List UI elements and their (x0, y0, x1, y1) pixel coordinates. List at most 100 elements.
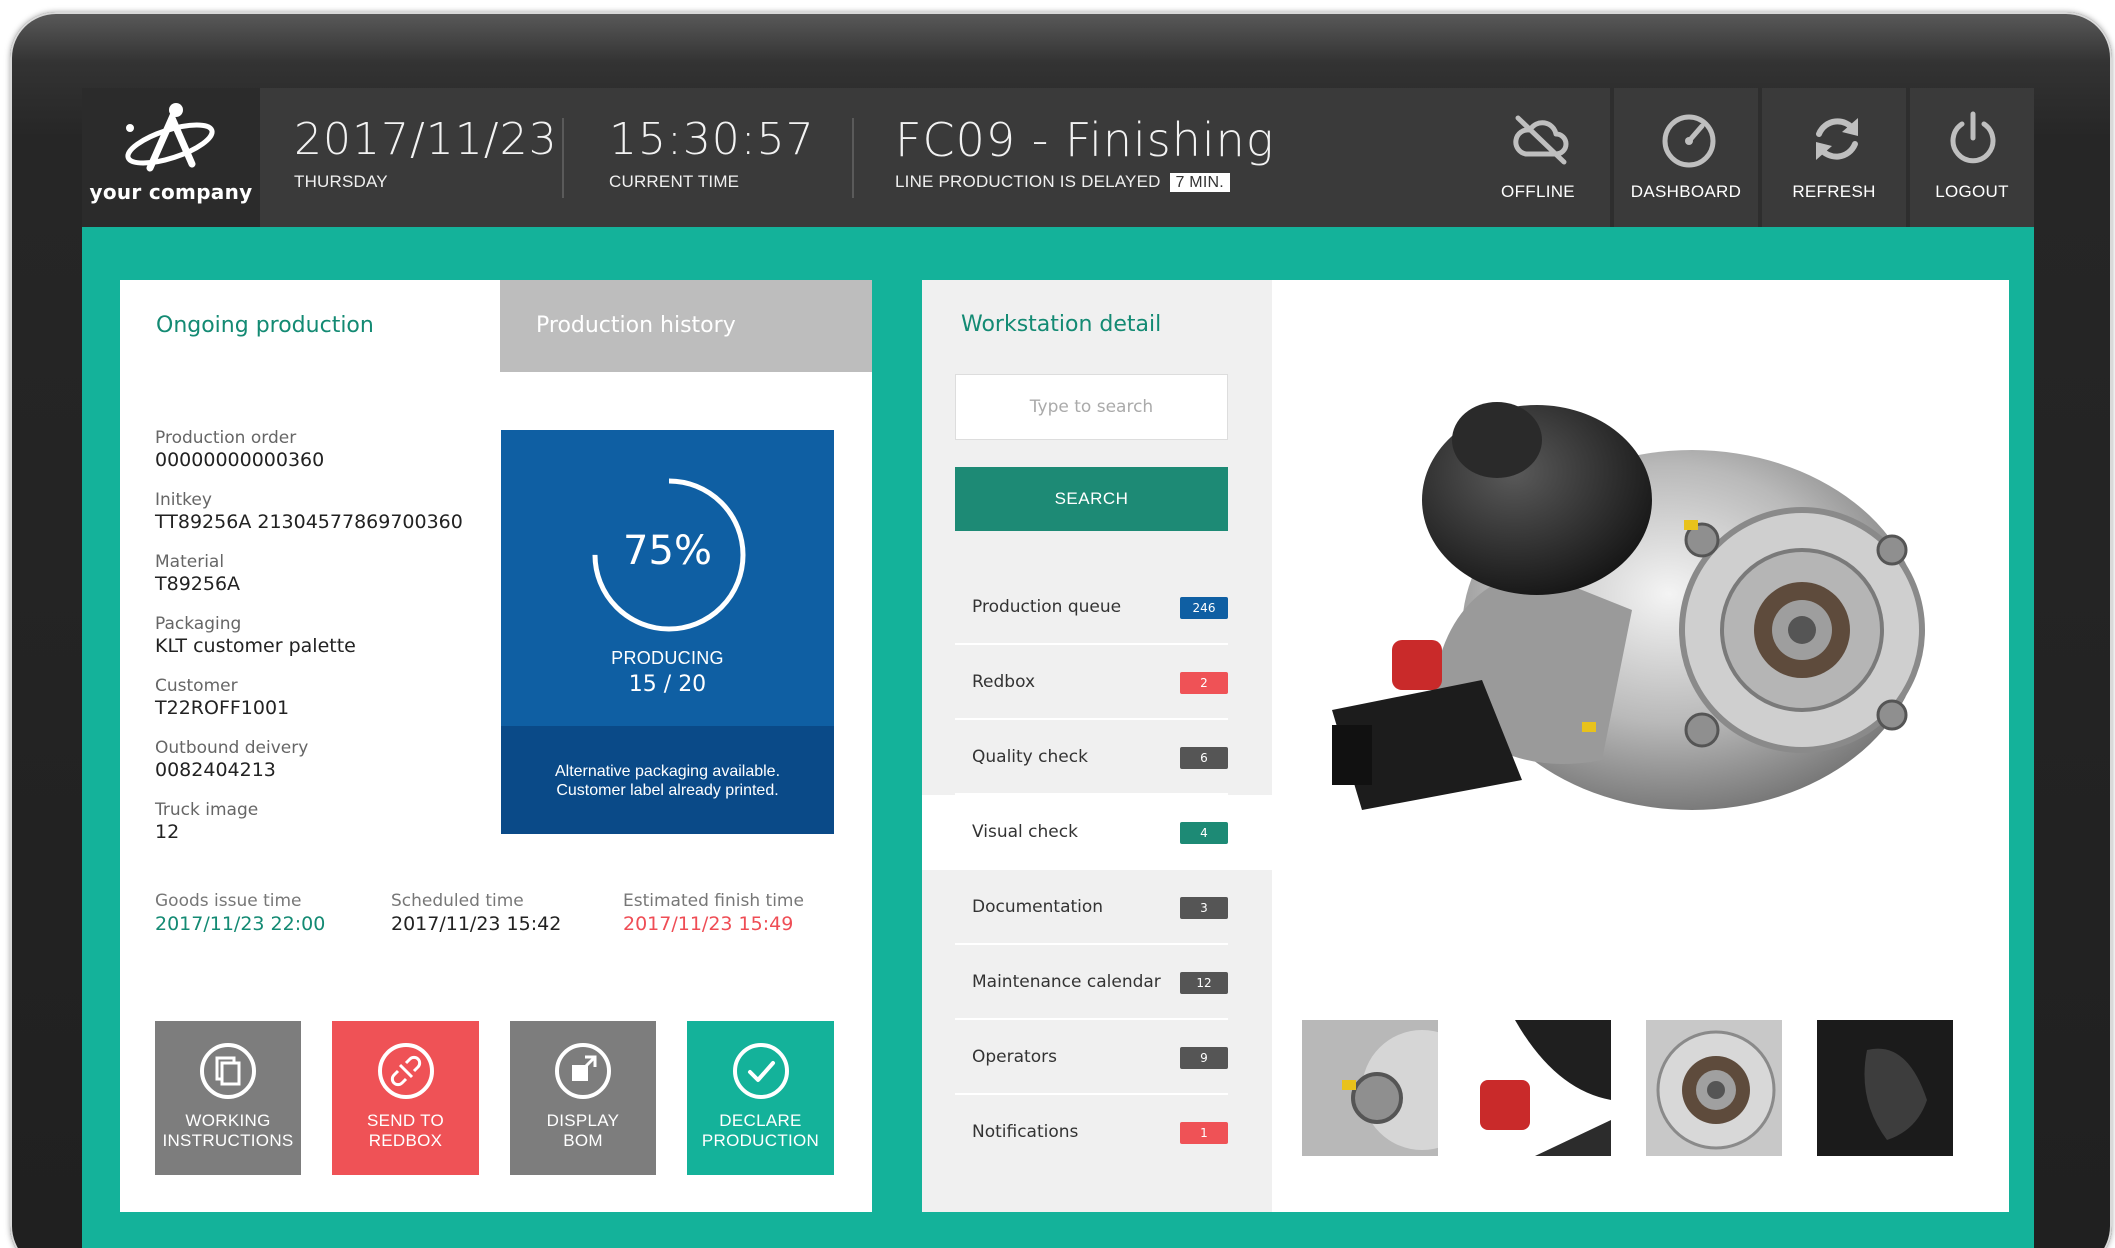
count-badge: 2 (1180, 672, 1228, 694)
list-item-visual-check[interactable]: Visual check 4 (922, 795, 1272, 870)
list-item-label: Redbox (972, 672, 1036, 692)
tab-production-history[interactable]: Production history (500, 280, 872, 372)
check-icon (732, 1043, 789, 1099)
info-value: T89256A (155, 573, 241, 595)
offline-button[interactable]: OFFLINE (1466, 88, 1610, 227)
action-label: SEND TO (366, 1111, 445, 1130)
dashboard-button[interactable]: DASHBOARD (1614, 88, 1758, 227)
list-item-production-queue[interactable]: Production queue 246 (922, 570, 1272, 645)
time-label: Scheduled time (391, 891, 524, 911)
count-badge: 1 (1180, 1122, 1228, 1144)
top-header: your company 2017/11/23 THURSDAY 15:30:5… (82, 88, 2034, 227)
list-item-maintenance-calendar[interactable]: Maintenance calendar 12 (922, 945, 1272, 1020)
tab-ongoing-production[interactable]: Ongoing production (120, 280, 500, 372)
header-divider (852, 118, 854, 198)
power-icon (1950, 111, 1996, 164)
info-value: T22ROFF1001 (155, 697, 290, 719)
logo-text: your company (89, 180, 253, 204)
header-divider (562, 118, 564, 198)
count-badge: 12 (1180, 972, 1228, 994)
current-time: 15:30:57 (609, 114, 815, 165)
action-label: WORKING (185, 1111, 271, 1130)
time-label: Estimated finish time (623, 891, 804, 911)
action-label: DECLARE (719, 1111, 802, 1130)
offline-label: OFFLINE (1501, 182, 1575, 201)
list-item-label: Notifications (972, 1122, 1079, 1142)
list-item-notifications[interactable]: Notifications 1 (922, 1095, 1272, 1170)
logout-button[interactable]: LOGOUT (1910, 88, 2034, 227)
info-value: TT89256A 21304577869700360 (155, 511, 463, 533)
list-item-documentation[interactable]: Documentation 3 (922, 870, 1272, 945)
estimated-finish-time: Estimated finish time 2017/11/23 15:49 (623, 890, 804, 936)
thumbnail-1 (1302, 1020, 1438, 1156)
count-badge: 3 (1180, 897, 1228, 919)
goods-issue-time: Goods issue time 2017/11/23 22:00 (155, 890, 325, 936)
count-badge: 4 (1180, 822, 1228, 844)
send-to-redbox-button[interactable]: SEND TO REDBOX (332, 1021, 479, 1175)
info-truck-image: Truck image 12 (155, 800, 485, 862)
workstation-title: Workstation detail (961, 312, 1162, 337)
list-item-quality-check[interactable]: Quality check 6 (922, 720, 1272, 795)
line-status: LINE PRODUCTION IS DELAYED 7 MIN. (895, 172, 1274, 192)
thumbnail-image[interactable] (1646, 1020, 1782, 1156)
progress-status: PRODUCING (611, 648, 724, 668)
action-label: DISPLAY (546, 1111, 620, 1130)
workstation-card: Workstation detail SEARCH Production que… (922, 280, 2009, 1212)
documents-icon (200, 1043, 256, 1099)
progress-note-line: Customer label already printed. (556, 782, 779, 799)
cloud-offline-icon (1513, 115, 1569, 165)
info-value: 12 (155, 821, 180, 843)
info-customer: Customer T22ROFF1001 (155, 676, 485, 738)
action-label: REDBOX (368, 1131, 443, 1150)
refresh-icon (1816, 118, 1858, 160)
thumbnail-image[interactable] (1817, 1020, 1953, 1156)
workstation-list: Production queue 246 Redbox 2 Quality ch… (922, 570, 1272, 1170)
time-value: 2017/11/23 15:42 (391, 913, 562, 935)
count-badge: 246 (1180, 597, 1228, 619)
logo-icon (125, 103, 215, 172)
progress-count: 15 / 20 (628, 672, 707, 697)
info-value: 00000000000360 (155, 449, 325, 471)
list-item-label: Visual check (972, 822, 1078, 842)
info-packaging: Packaging KLT customer palette (155, 614, 485, 676)
current-date: 2017/11/23 (294, 114, 558, 165)
list-item-operators[interactable]: Operators 9 (922, 1020, 1272, 1095)
search-button[interactable]: SEARCH (955, 467, 1228, 531)
scheduled-time: Scheduled time 2017/11/23 15:42 (391, 890, 561, 936)
refresh-button[interactable]: REFRESH (1762, 88, 1906, 227)
progress-percent: 75% (623, 528, 712, 574)
product-image (1332, 402, 1925, 810)
search-input[interactable] (955, 374, 1228, 440)
thumbnail-2 (1475, 1020, 1611, 1156)
progress-panel: 75% PRODUCING 15 / 20 Alternative packag… (501, 430, 834, 834)
date-block: 2017/11/23 THURSDAY (294, 114, 558, 192)
info-value: KLT customer palette (155, 635, 356, 657)
workstation-panel: Workstation detail SEARCH Production que… (922, 280, 1272, 1212)
delay-badge: 7 MIN. (1169, 173, 1230, 192)
gauge-icon (1662, 114, 1716, 168)
time-block: 15:30:57 CURRENT TIME (609, 114, 815, 192)
thumbnail-image[interactable] (1475, 1020, 1611, 1156)
logout-label: LOGOUT (1935, 182, 2009, 201)
company-logo[interactable]: your company (82, 88, 260, 227)
action-label: INSTRUCTIONS (162, 1131, 294, 1150)
broken-link-icon (377, 1043, 434, 1099)
list-item-label: Production queue (972, 597, 1122, 617)
thumbnail-image[interactable] (1302, 1020, 1438, 1156)
progress-note: Alternative packaging available. Custome… (501, 726, 834, 834)
list-item-redbox[interactable]: Redbox 2 (922, 645, 1272, 720)
display-bom-button[interactable]: DISPLAY BOM (510, 1021, 656, 1175)
declare-production-button[interactable]: DECLARE PRODUCTION (687, 1021, 834, 1175)
time-label: Goods issue time (155, 891, 302, 911)
info-outbound-delivery: Outbound deivery 0082404213 (155, 738, 485, 800)
line-block: FC09 - Finishing LINE PRODUCTION IS DELA… (895, 114, 1274, 192)
production-info-list: Production order 00000000000360 Initkey … (155, 428, 485, 862)
info-label: Initkey (155, 490, 212, 510)
info-label: Truck image (155, 800, 259, 820)
working-instructions-button[interactable]: WORKING INSTRUCTIONS (155, 1021, 301, 1175)
list-item-label: Quality check (972, 747, 1088, 767)
info-value: 0082404213 (155, 759, 276, 781)
list-item-label: Maintenance calendar (972, 972, 1161, 992)
info-label: Production order (155, 428, 297, 448)
info-initkey: Initkey TT89256A 21304577869700360 (155, 490, 485, 552)
